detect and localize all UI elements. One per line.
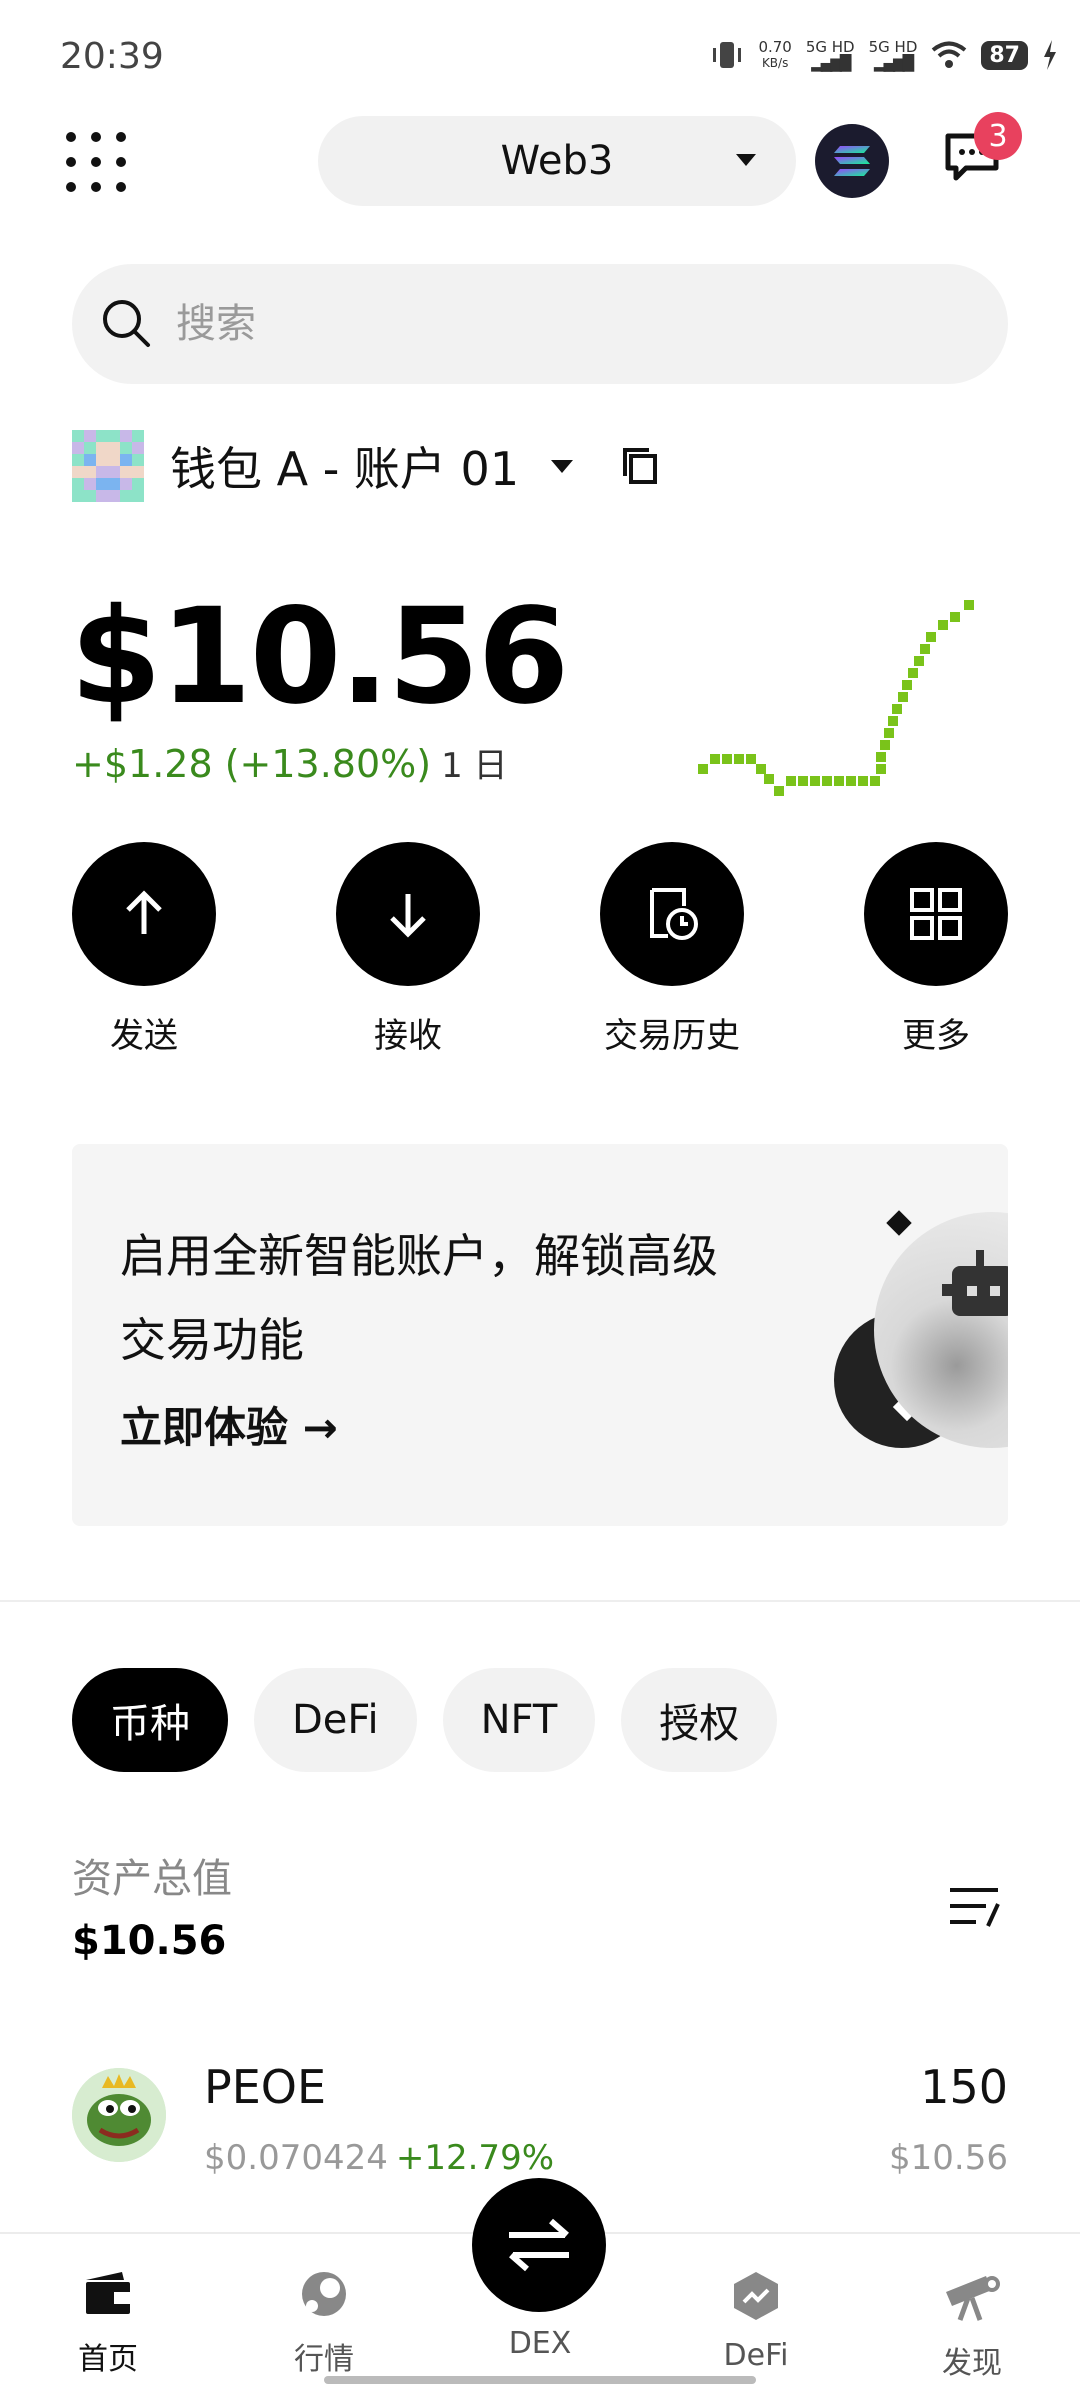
send-action[interactable]: 发送 [72,842,216,1057]
more-grid-icon [910,888,962,940]
defi-icon [734,2272,778,2320]
robot-illustration [834,1210,1008,1448]
battery-level: 87 [981,40,1028,70]
swap-icon [509,2218,569,2272]
balance-change: +$1.28 (+13.80%) 1 日 [72,738,508,787]
asset-total-label: 资产总值 [72,1856,232,1902]
balance-period: 1 日 [441,746,508,786]
home-indicator[interactable] [324,2376,756,2384]
search-icon [103,300,150,347]
more-label: 更多 [902,1016,970,1056]
wallet-selector[interactable]: 钱包 A - 账户 01 [72,430,661,502]
tab-nft[interactable]: NFT [442,1668,596,1772]
tab-defi[interactable]: DeFi [254,1668,417,1772]
arrow-right-icon: → [302,1403,338,1452]
token-row[interactable]: PEOE $0.070424 +12.79% 150 $10.56 [72,2056,1008,2186]
nav-home[interactable]: 首页 [38,2270,178,2378]
balance-sparkline [698,600,974,796]
solana-logo-icon [834,146,870,176]
solana-chain-icon[interactable] [815,124,889,198]
receive-label: 接收 [374,1016,442,1056]
total-balance: $10.56 [70,580,569,734]
asset-tabs: 币种 DeFi NFT 授权 [72,1668,778,1772]
wallet-dropdown-icon [551,459,574,473]
chevron-down-icon [736,154,756,166]
network-selector[interactable]: Web3 [318,116,796,206]
search-input[interactable] [174,300,938,348]
signal-2-icon: 5G HD ▂▄▆█ [868,38,918,72]
nav-market-label: 行情 [294,2342,354,2377]
nav-defi-label: DeFi [723,2338,789,2373]
market-icon [302,2272,346,2316]
history-icon [650,888,698,940]
history-label: 交易历史 [604,1016,740,1056]
token-change: +12.79% [395,2138,555,2178]
notification-badge: 3 [974,112,1022,160]
arrow-up-icon [126,890,162,934]
history-action[interactable]: 交易历史 [600,842,744,1057]
promo-text: 启用全新智能账户，解锁高级交易功能 [120,1229,718,1367]
status-time: 20:39 [60,36,164,77]
token-value: $10.56 [889,2138,1008,2178]
network-label: Web3 [500,138,614,184]
nav-discover-label: 发现 [942,2346,1002,2381]
token-name: PEOE [204,2060,327,2114]
section-divider [0,1600,1080,1602]
charging-icon [1044,40,1056,70]
nav-market[interactable]: 行情 [254,2270,394,2378]
nav-dex-label: DEX [508,2326,572,2361]
balance-change-value: +$1.28 (+13.80%) [72,742,432,786]
copy-icon[interactable] [621,446,661,486]
token-price-line: $0.070424 +12.79% [204,2138,554,2178]
wallet-icon [86,2272,130,2314]
nav-home-label: 首页 [78,2342,138,2377]
vibrate-icon [713,42,742,68]
wallet-name: 钱包 A - 账户 01 [170,442,520,496]
tab-tokens[interactable]: 币种 [72,1668,228,1772]
arrow-down-icon [390,894,426,938]
sort-filter-icon[interactable] [946,1882,1002,1932]
dex-swap-button[interactable] [472,2178,606,2312]
promo-cta[interactable]: 立即体验 → [120,1394,338,1455]
tab-approvals[interactable]: 授权 [621,1668,778,1772]
token-price: $0.070424 [204,2138,388,2178]
network-speed: 0.70 KB/s [758,38,792,70]
wifi-icon [932,41,967,68]
token-amount: 150 [920,2060,1008,2114]
signal-1-icon: 5G HD ▂▄▆█ [805,38,855,72]
receive-action[interactable]: 接收 [336,842,480,1057]
telescope-icon [946,2276,1000,2321]
asset-total-value: $10.56 [72,1918,227,1964]
apps-menu-icon[interactable] [66,132,126,192]
wallet-avatar [72,430,144,502]
send-label: 发送 [110,1016,178,1056]
search-bar[interactable] [72,264,1008,384]
status-icons: 0.70 KB/s 5G HD ▂▄▆█ 5G HD ▂▄▆█ 87 [710,38,1058,72]
smart-account-promo[interactable]: 启用全新智能账户，解锁高级交易功能 立即体验 → [72,1144,1008,1526]
nav-discover[interactable]: 发现 [902,2270,1042,2382]
peoe-token-icon [72,2068,166,2162]
nav-defi[interactable]: DeFi [686,2270,826,2373]
more-action[interactable]: 更多 [864,842,1008,1057]
